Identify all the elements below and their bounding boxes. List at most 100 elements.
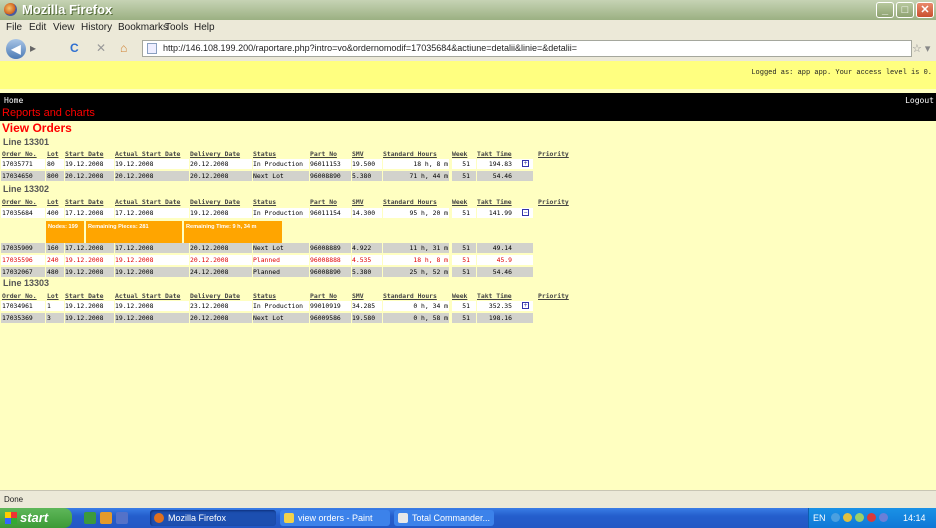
menu-history[interactable]: History [81, 22, 112, 33]
column-header[interactable]: Takt Time [477, 198, 512, 206]
expand-plus-icon[interactable]: + [522, 160, 529, 167]
url-text: http://146.108.199.200/raportare.php?int… [163, 43, 578, 53]
column-header[interactable]: Week [452, 292, 467, 300]
task-total-commander[interactable]: Total Commander... [394, 510, 494, 526]
table-cell: 54.46 [492, 268, 512, 276]
menu-tools[interactable]: Tools [165, 22, 188, 33]
table-row[interactable]: 17035369 3 19.12.2008 19.12.2008 20.12.2008 N… [0, 313, 936, 323]
task-firefox[interactable]: Mozilla Firefox [150, 510, 276, 526]
expand-plus-icon[interactable]: + [522, 302, 529, 309]
column-header[interactable]: Start Date [65, 292, 103, 300]
column-header[interactable]: Part No [310, 198, 337, 206]
column-header[interactable]: Priority [538, 292, 569, 300]
reload-icon[interactable]: C [70, 41, 79, 55]
table-row[interactable]: 17035909 160 17.12.2008 17.12.2008 20.12.200… [0, 243, 936, 253]
shield-icon[interactable] [879, 513, 888, 522]
column-header[interactable]: Order No. [2, 292, 37, 300]
antivirus-icon[interactable] [855, 513, 864, 522]
quicklaunch-save-icon[interactable] [116, 512, 128, 524]
navigation-toolbar: ◀ ▸ C ✕ ⌂ http://146.108.199.200/raporta… [0, 37, 936, 61]
logout-link[interactable]: Logout [905, 96, 934, 105]
column-header[interactable]: SMV [352, 150, 364, 158]
maximize-button[interactable]: □ [896, 2, 914, 18]
column-header[interactable]: Start Date [65, 198, 103, 206]
url-bar[interactable]: http://146.108.199.200/raportare.php?int… [142, 40, 912, 57]
column-header[interactable]: Week [452, 198, 467, 206]
table-cell: 198.16 [488, 314, 512, 322]
network-icon[interactable] [831, 513, 840, 522]
menu-view[interactable]: View [53, 22, 75, 33]
page-icon [147, 43, 157, 54]
menu-edit[interactable]: Edit [29, 22, 46, 33]
volume-icon[interactable] [843, 513, 852, 522]
table-cell: Next Lot [253, 244, 284, 252]
bookmark-star-icon[interactable]: ☆ ▾ [912, 42, 930, 55]
collapse-minus-icon[interactable]: − [522, 209, 529, 216]
column-header[interactable]: Delivery Date [190, 198, 240, 206]
column-header[interactable]: Part No [310, 150, 337, 158]
table-row[interactable]: 17035684 400 17.12.2008 17.12.2008 19.12.200… [0, 208, 936, 218]
close-button[interactable]: ✕ [916, 2, 934, 18]
minimize-button[interactable]: _ [876, 2, 894, 18]
table-header: Order No. Lot Start Date Actual Start Date D… [0, 149, 936, 159]
column-header[interactable]: Priority [538, 198, 569, 206]
column-header[interactable]: Actual Start Date [115, 198, 180, 206]
column-header[interactable]: SMV [352, 198, 364, 206]
table-cell: 51 [462, 256, 470, 264]
column-header[interactable]: Takt Time [477, 150, 512, 158]
column-header[interactable]: Start Date [65, 150, 103, 158]
table-row[interactable]: 17035771 80 19.12.2008 19.12.2008 20.12.2008… [0, 159, 936, 169]
task-paint[interactable]: view orders - Paint [280, 510, 390, 526]
column-header[interactable]: Lot [47, 198, 59, 206]
table-row[interactable]: 17035596 240 19.12.2008 19.12.2008 20.12.200… [0, 255, 936, 265]
table-cell: 19.12.2008 [65, 268, 104, 276]
column-header[interactable]: Standard Hours [383, 198, 437, 206]
status-bar: Done [0, 490, 936, 508]
stop-icon[interactable]: ✕ [96, 41, 106, 55]
column-header[interactable]: Status [253, 150, 276, 158]
column-header[interactable]: Actual Start Date [115, 150, 180, 158]
home-icon[interactable]: ⌂ [120, 41, 127, 55]
column-header[interactable]: Actual Start Date [115, 292, 180, 300]
login-text: Logged as: app app. Your access level is… [751, 69, 932, 77]
quicklaunch-desktop-icon[interactable] [84, 512, 96, 524]
home-link[interactable]: Home [4, 96, 23, 105]
column-header[interactable]: Status [253, 292, 276, 300]
forward-button-icon[interactable]: ▸ [30, 41, 36, 55]
table-cell: 1 [47, 302, 51, 310]
k-app-icon[interactable] [867, 513, 876, 522]
menu-help[interactable]: Help [194, 22, 215, 33]
column-header[interactable]: Week [452, 150, 467, 158]
column-header[interactable]: Takt Time [477, 292, 512, 300]
menu-file[interactable]: File [6, 22, 22, 33]
menu-bookmarks[interactable]: Bookmarks [118, 22, 168, 33]
start-button[interactable]: start [0, 508, 72, 528]
table-cell: 4.922 [352, 244, 372, 252]
column-header[interactable]: Part No [310, 292, 337, 300]
column-header[interactable]: SMV [352, 292, 364, 300]
column-header[interactable]: Lot [47, 292, 59, 300]
table-row[interactable]: 17034650 800 20.12.2008 20.12.2008 20.12.200… [0, 171, 936, 181]
column-header[interactable]: Order No. [2, 150, 37, 158]
table-cell: 19.12.2008 [65, 314, 104, 322]
table-row[interactable]: 17032067 480 19.12.2008 19.12.2008 24.12.200… [0, 267, 936, 277]
table-cell: 19.580 [352, 314, 376, 322]
back-button-icon[interactable]: ◀ [6, 39, 26, 59]
table-cell: 49.14 [492, 244, 512, 252]
table-cell: 19.12.2008 [115, 160, 154, 168]
table-cell: 96008888 [310, 256, 341, 264]
quicklaunch-media-icon[interactable] [100, 512, 112, 524]
column-header[interactable]: Priority [538, 150, 569, 158]
column-header[interactable]: Standard Hours [383, 292, 437, 300]
language-indicator[interactable]: EN [813, 513, 826, 523]
column-header[interactable]: Standard Hours [383, 150, 437, 158]
table-cell: 96008890 [310, 268, 341, 276]
table-row[interactable]: 17034961 1 19.12.2008 19.12.2008 23.12.2008 I… [0, 301, 936, 311]
column-header[interactable]: Delivery Date [190, 292, 240, 300]
column-header[interactable]: Order No. [2, 198, 37, 206]
column-header[interactable]: Delivery Date [190, 150, 240, 158]
column-header[interactable]: Status [253, 198, 276, 206]
table-cell: 51 [462, 209, 470, 217]
page-title: View Orders [2, 121, 72, 135]
column-header[interactable]: Lot [47, 150, 59, 158]
